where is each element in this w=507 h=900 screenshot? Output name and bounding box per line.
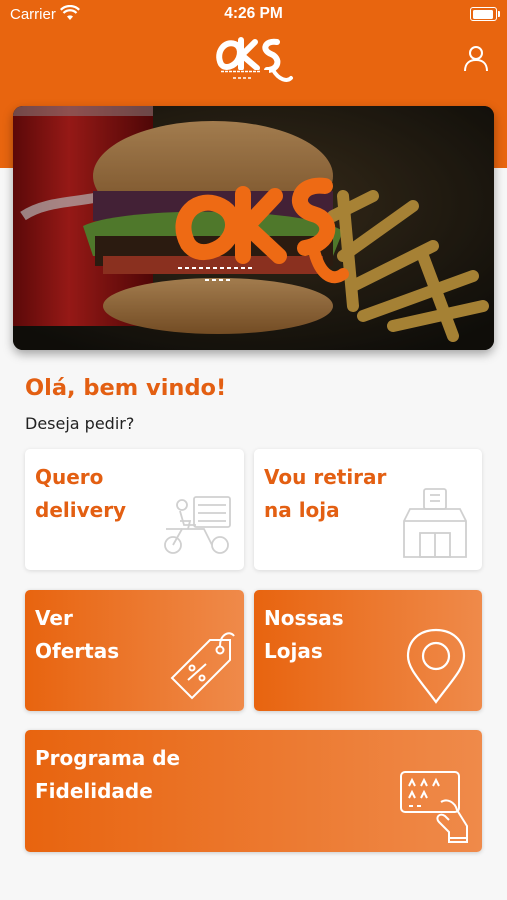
offers-label: Ver Ofertas [35,602,119,668]
banner-image [13,106,494,350]
delivery-label: Quero delivery [35,461,126,527]
battery-icon [470,7,500,21]
delivery-label-line2: delivery [35,498,127,522]
scooter-icon [164,496,231,554]
pickup-card[interactable]: Vou retirar na loja [254,449,482,570]
oks-logo [216,37,293,82]
profile-icon[interactable] [462,44,490,74]
loyalty-label-line1: Programa de [35,746,181,770]
loyalty-label: Programa de Fidelidade [35,742,180,808]
greeting-title: Olá, bem vindo! [25,375,227,401]
hero-banner [13,106,494,350]
price-tag-icon [170,632,235,700]
location-pin-icon [406,628,466,704]
stores-label-line1: Nossas [264,606,344,630]
delivery-card[interactable]: Quero delivery [25,449,244,570]
loyalty-label-line2: Fidelidade [35,779,153,803]
loyalty-card[interactable]: Programa de Fidelidade [25,730,482,852]
pickup-label: Vou retirar na loja [264,461,386,527]
card-hand-icon [400,771,468,843]
offers-card[interactable]: Ver Ofertas [25,590,244,711]
stores-label-line2: Lojas [264,639,323,663]
status-bar: Carrier 4:26 PM [0,0,507,30]
clock: 4:26 PM [224,5,283,22]
delivery-label-line1: Quero [35,465,104,489]
offers-label-line2: Ofertas [35,639,120,663]
stores-label: Nossas Lojas [264,602,344,668]
greeting-subtitle: Deseja pedir? [25,414,135,433]
offers-label-line1: Ver [35,606,73,630]
store-icon [403,488,467,558]
pickup-label-line2: na loja [264,498,340,522]
pickup-label-line1: Vou retirar [264,465,387,489]
stores-card[interactable]: Nossas Lojas [254,590,482,711]
